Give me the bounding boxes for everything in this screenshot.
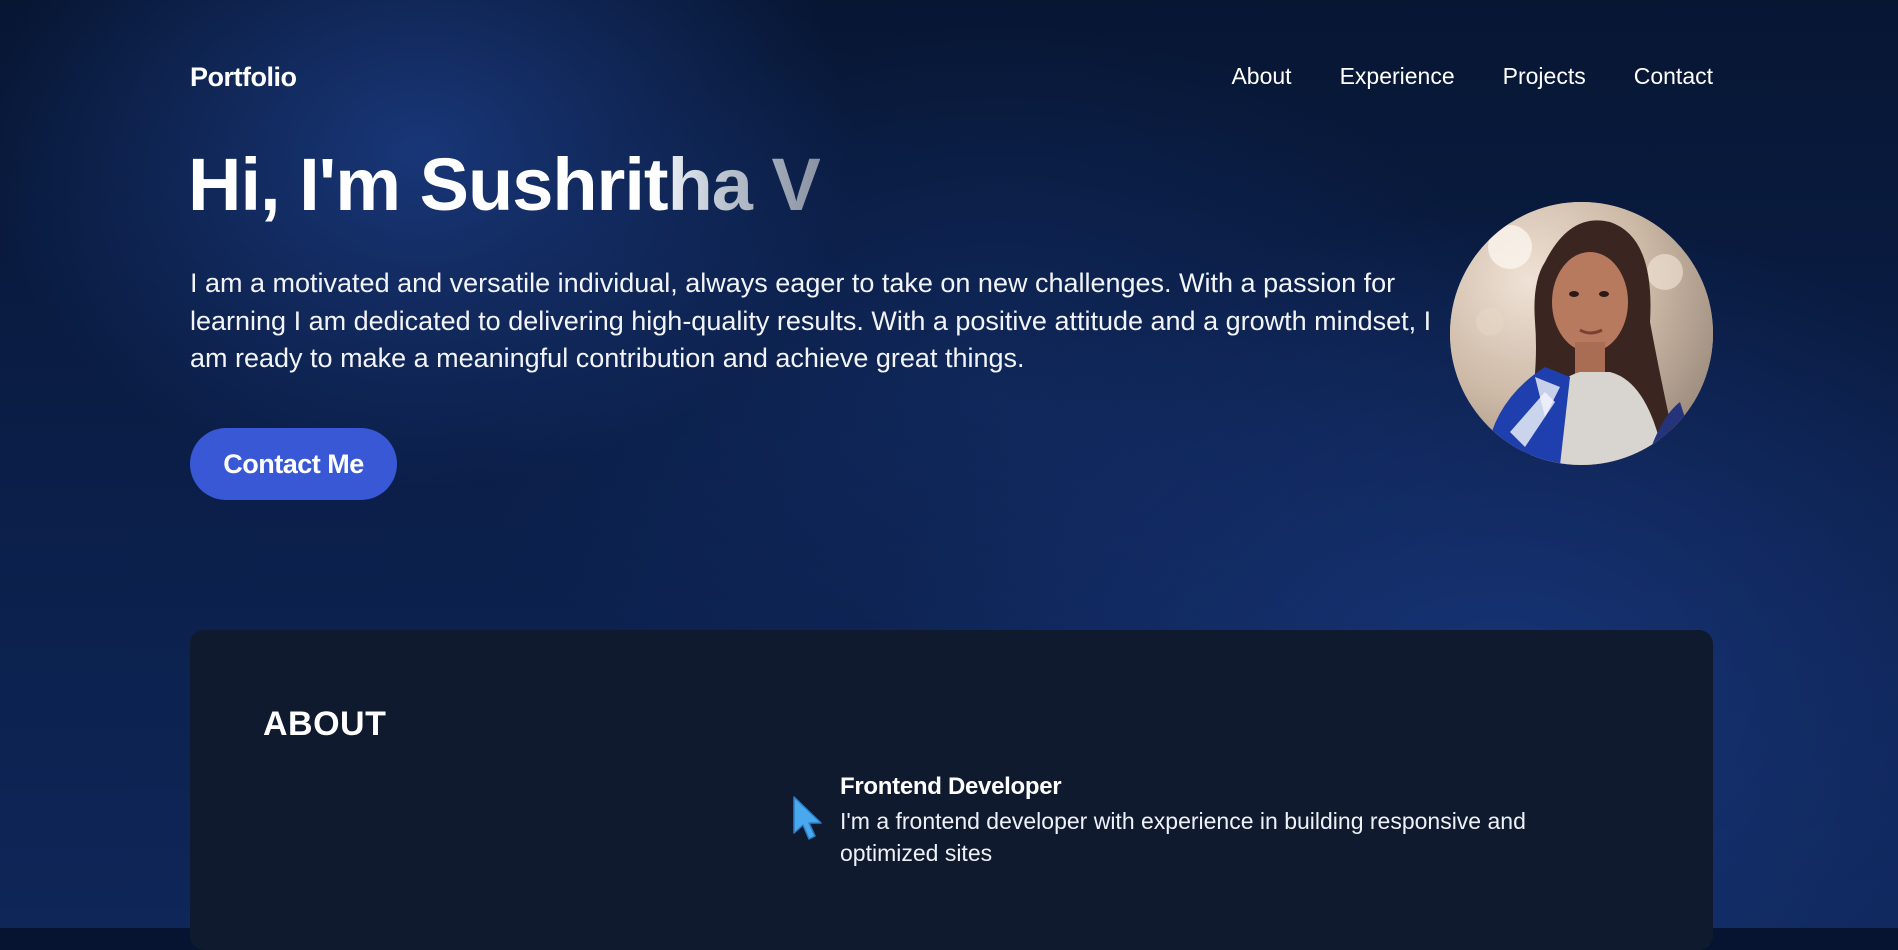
main-nav: About Experience Projects Contact: [1231, 63, 1713, 90]
profile-photo-illustration: [1450, 202, 1713, 465]
contact-me-button[interactable]: Contact Me: [190, 428, 397, 500]
about-item-title: Frontend Developer: [840, 773, 1062, 800]
cursor-icon: [793, 796, 822, 840]
hero-description: I am a motivated and versatile individua…: [190, 268, 1432, 373]
about-section: ABOUT Frontend Developer I'm a frontend …: [190, 630, 1713, 950]
profile-photo: [1450, 202, 1713, 465]
hero-title-typing: ha V: [667, 143, 821, 226]
site-logo[interactable]: Portfolio: [190, 62, 297, 93]
about-item-description: I'm a frontend developer with experience…: [840, 808, 1526, 866]
nav-link-experience[interactable]: Experience: [1340, 63, 1455, 90]
hero-title-solid: Hi, I'm Sushrit: [188, 143, 669, 226]
about-heading: ABOUT: [263, 705, 387, 743]
nav-link-contact[interactable]: Contact: [1634, 63, 1713, 90]
portfolio-page: Portfolio About Experience Projects Cont…: [0, 0, 1898, 950]
nav-link-about[interactable]: About: [1231, 63, 1291, 90]
nav-link-projects[interactable]: Projects: [1503, 63, 1586, 90]
hero-title: Hi, I'm Sushritha V: [188, 148, 821, 222]
